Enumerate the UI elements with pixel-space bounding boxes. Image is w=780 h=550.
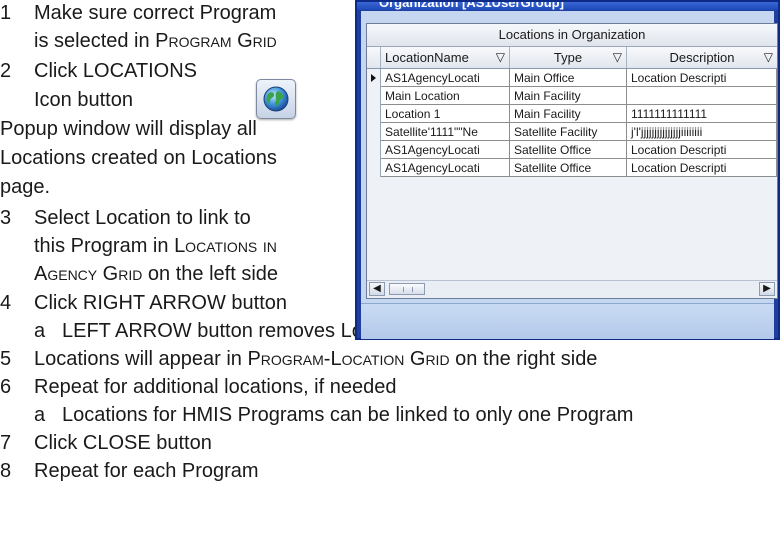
- step-number: 7: [0, 432, 12, 454]
- row-selector[interactable]: [367, 105, 381, 123]
- table-row[interactable]: AS1AgencyLocati Main Office Location Des…: [367, 69, 777, 87]
- step-3-continued: Agency Grid on the left side: [34, 261, 278, 288]
- scroll-right-button[interactable]: ▶: [759, 282, 775, 296]
- locations-grid: Locations in Organization LocationName ▽…: [366, 23, 778, 299]
- cell-locationname[interactable]: AS1AgencyLocati: [381, 69, 510, 87]
- step-number: 4: [0, 292, 12, 314]
- scroll-left-button[interactable]: ◀: [369, 282, 385, 296]
- step-text: Select Location to link to: [34, 207, 251, 229]
- popup-description-line: Locations created on Locations: [0, 147, 277, 169]
- popup-description-line: Popup window will display all: [0, 118, 257, 140]
- filter-icon[interactable]: ▽: [764, 47, 773, 68]
- cell-description[interactable]: Location Descripti: [627, 69, 777, 87]
- table-row[interactable]: Location 1 Main Facility 1111111111111: [367, 105, 777, 123]
- cell-description[interactable]: [627, 87, 777, 105]
- sub-step-letter: a: [34, 320, 46, 342]
- window-client-area: Locations in Organization LocationName ▽…: [361, 11, 778, 339]
- step-number: 5: [0, 348, 12, 370]
- step-3-continued: this Program in Locations in: [34, 233, 277, 260]
- cell-locationname[interactable]: Location 1: [381, 105, 510, 123]
- step-text: Click CLOSE button: [34, 432, 212, 454]
- row-selector-header: [367, 47, 381, 68]
- row-selector[interactable]: [367, 159, 381, 177]
- step-text: is selected in: [34, 30, 156, 52]
- step-text: Click LOCATIONS: [34, 60, 197, 82]
- grid-column-headers: LocationName ▽ Type ▽ Description ▽: [367, 47, 777, 69]
- window-title: Organization [AS1UserGroup]: [379, 2, 564, 10]
- sub-step-letter: a: [34, 404, 46, 426]
- column-header-description[interactable]: Description ▽: [627, 47, 777, 68]
- horizontal-scrollbar[interactable]: ◀ ▶: [367, 280, 777, 298]
- cell-type[interactable]: Satellite Office: [510, 141, 627, 159]
- row-selector[interactable]: [367, 141, 381, 159]
- row-selector[interactable]: [367, 123, 381, 141]
- table-row[interactable]: AS1AgencyLocati Satellite Office Locatio…: [367, 159, 777, 177]
- grid-group-header: Locations in Organization: [367, 24, 777, 47]
- current-row-arrow-icon: [371, 74, 376, 82]
- step-number: 8: [0, 460, 12, 482]
- column-header-locationname[interactable]: LocationName ▽: [381, 47, 510, 68]
- agency-grid-ref: Agency Grid: [34, 263, 143, 285]
- table-row[interactable]: AS1AgencyLocati Satellite Office Locatio…: [367, 141, 777, 159]
- step-text: on the left side: [142, 263, 279, 285]
- step-text: Click RIGHT ARROW button: [34, 292, 288, 314]
- step-number: 6: [0, 376, 12, 398]
- cell-type[interactable]: Satellite Facility: [510, 123, 627, 141]
- cell-locationname[interactable]: Satellite'1111""Ne: [381, 123, 510, 141]
- table-row[interactable]: Main Location Main Facility: [367, 87, 777, 105]
- row-selector[interactable]: [367, 87, 381, 105]
- step-text: Repeat for additional locations, if need…: [34, 376, 397, 398]
- locations-icon-button[interactable]: [256, 79, 296, 119]
- cell-type[interactable]: Main Facility: [510, 105, 627, 123]
- window-titlebar: Organization [AS1UserGroup]: [357, 2, 778, 10]
- sub-step-text: Locations for HMIS Programs can be linke…: [62, 404, 634, 426]
- popup-description-line: page.: [0, 176, 51, 198]
- cell-description[interactable]: j'l'jjjjjjjjjjjjjjjiiiiiiii: [627, 123, 777, 141]
- scroll-thumb[interactable]: [389, 283, 425, 295]
- table-row[interactable]: Satellite'1111""Ne Satellite Facility j'…: [367, 123, 777, 141]
- globe-icon: [263, 86, 289, 112]
- step-text: Repeat for each Program: [34, 460, 259, 482]
- cell-locationname[interactable]: AS1AgencyLocati: [381, 141, 510, 159]
- program-grid-ref: Program Grid: [155, 30, 277, 52]
- column-header-type[interactable]: Type ▽: [510, 47, 627, 68]
- cell-type[interactable]: Satellite Office: [510, 159, 627, 177]
- scroll-grip-icon: [403, 287, 413, 292]
- window-footer: [361, 303, 774, 339]
- cell-description[interactable]: Location Descripti: [627, 159, 777, 177]
- step-text: this Program in: [34, 235, 175, 257]
- step-number: 3: [0, 207, 12, 229]
- step-1-continued: is selected in Program Grid: [34, 28, 277, 55]
- row-selector[interactable]: [367, 69, 381, 87]
- cell-type[interactable]: Main Facility: [510, 87, 627, 105]
- program-location-grid-ref: Program-Location Grid: [247, 348, 450, 370]
- filter-icon[interactable]: ▽: [496, 47, 505, 68]
- step-2-continued: Icon button: [34, 87, 133, 114]
- step-number: 2: [0, 60, 12, 82]
- cell-description[interactable]: Location Descripti: [627, 141, 777, 159]
- organization-window: Organization [AS1UserGroup] Locations in…: [355, 0, 780, 340]
- step-number: 1: [0, 2, 12, 24]
- step-text: Locations will appear in Program-Locatio…: [34, 348, 598, 370]
- filter-icon[interactable]: ▽: [613, 47, 622, 68]
- cell-locationname[interactable]: Main Location: [381, 87, 510, 105]
- step-text: Make sure correct Program: [34, 2, 277, 24]
- cell-type[interactable]: Main Office: [510, 69, 627, 87]
- cell-description[interactable]: 1111111111111: [627, 105, 777, 123]
- cell-locationname[interactable]: AS1AgencyLocati: [381, 159, 510, 177]
- locations-grid-ref: Locations in: [174, 235, 277, 257]
- step-text: Icon button: [34, 89, 133, 111]
